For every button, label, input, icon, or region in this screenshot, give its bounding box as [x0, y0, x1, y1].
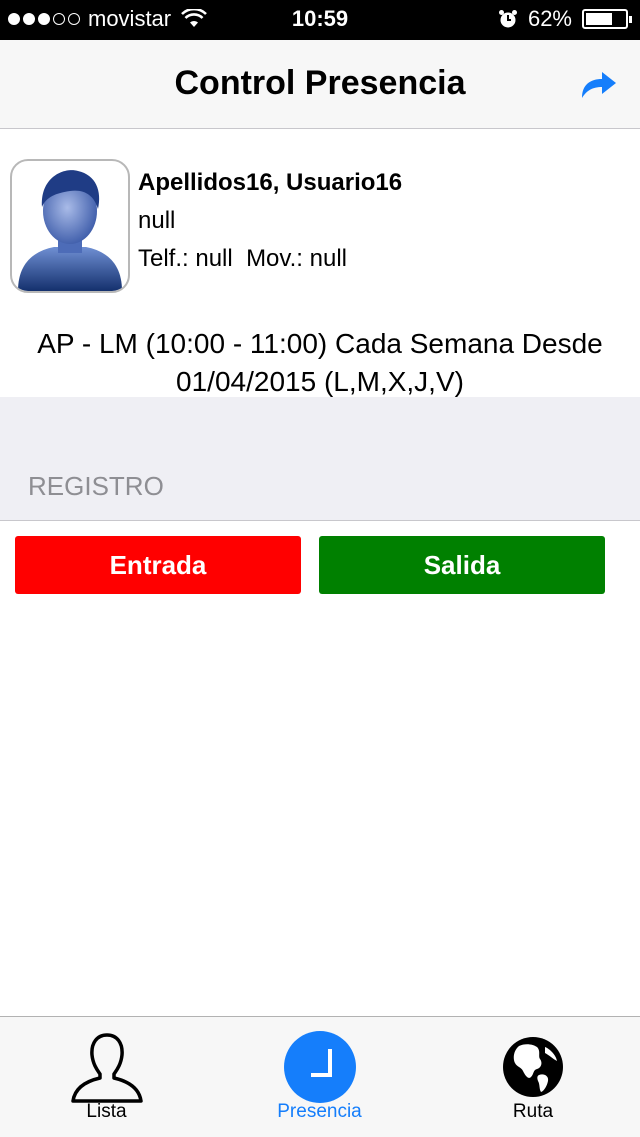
section-header: REGISTRO — [28, 471, 164, 501]
entrada-button[interactable]: Entrada — [15, 536, 301, 594]
tab-label: Lista — [86, 1101, 127, 1122]
battery-percent: 62% — [527, 6, 572, 31]
profile-card: Apellidos16, Usuario16 null Telf.: null … — [0, 129, 640, 397]
clock-icon — [283, 1031, 356, 1103]
page-title: Control Presencia — [174, 64, 466, 102]
mobile-label: Mov.: — [246, 245, 303, 272]
registro-section: REGISTRO — [0, 397, 640, 521]
navigation-bar: Control Presencia — [0, 40, 640, 129]
mobile-value: null — [309, 245, 347, 272]
tab-label: Ruta — [512, 1101, 554, 1122]
person-icon — [70, 1033, 143, 1103]
status-bar: movistar 10:59 62% — [0, 0, 640, 40]
battery-icon — [582, 9, 632, 29]
tab-lista[interactable]: Lista — [0, 1017, 213, 1137]
tab-label: Presencia — [277, 1101, 362, 1122]
alarm-icon — [498, 10, 517, 28]
user-contact: Telf.: null Mov.: null — [138, 245, 347, 273]
phone-value: null — [195, 245, 233, 272]
schedule-line-1: AP - LM (10:00 - 11:00) Cada Semana Desd… — [37, 328, 603, 359]
globe-icon — [503, 1037, 563, 1097]
schedule-line-2: 01/04/2015 (L,M,X,J,V) — [176, 366, 464, 397]
schedule-text: AP - LM (10:00 - 11:00) Cada Semana Desd… — [0, 325, 640, 401]
user-name: Apellidos16, Usuario16 — [138, 169, 403, 196]
salida-button[interactable]: Salida — [319, 536, 605, 594]
avatar — [10, 159, 130, 293]
tab-bar: Lista Presencia Ruta — [0, 1016, 640, 1137]
tab-ruta[interactable]: Ruta — [426, 1017, 640, 1137]
share-arrow-icon[interactable] — [578, 68, 618, 102]
user-detail: null — [138, 207, 176, 234]
phone-label: Telf.: — [138, 245, 189, 272]
tab-presencia[interactable]: Presencia — [213, 1017, 426, 1137]
